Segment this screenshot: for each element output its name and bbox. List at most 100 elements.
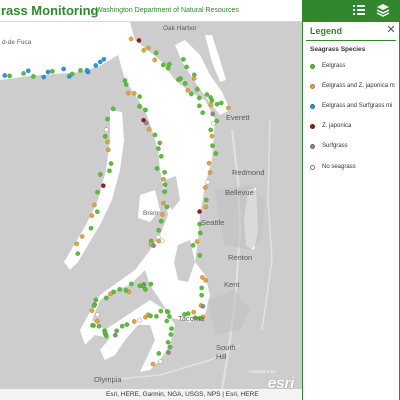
seagrass-point[interactable] <box>209 98 215 104</box>
seagrass-point[interactable] <box>105 116 110 122</box>
seagrass-point[interactable] <box>137 104 142 109</box>
seagrass-point[interactable] <box>95 189 100 195</box>
seagrass-point[interactable] <box>112 332 118 338</box>
seagrass-point[interactable] <box>161 176 166 182</box>
seagrass-point[interactable] <box>124 322 130 327</box>
seagrass-point[interactable] <box>153 313 159 319</box>
seagrass-point[interactable] <box>137 94 143 100</box>
seagrass-point[interactable] <box>158 218 164 224</box>
seagrass-point[interactable] <box>162 189 168 195</box>
close-icon[interactable]: ✕ <box>385 24 397 37</box>
seagrass-point[interactable] <box>146 126 152 132</box>
seagrass-point[interactable] <box>158 308 164 314</box>
seagrass-point[interactable] <box>101 56 107 62</box>
seagrass-point[interactable] <box>162 182 168 188</box>
seagrass-point[interactable] <box>157 140 163 146</box>
seagrass-point[interactable] <box>165 309 171 315</box>
legend-button[interactable] <box>348 0 370 22</box>
seagrass-point[interactable] <box>141 47 147 53</box>
seagrass-point[interactable] <box>206 160 212 166</box>
seagrass-point[interactable] <box>103 295 109 301</box>
seagrass-point[interactable] <box>69 71 75 77</box>
seagrass-point[interactable] <box>202 185 208 190</box>
seagrass-point[interactable] <box>50 68 55 74</box>
seagrass-point[interactable] <box>128 36 134 42</box>
seagrass-point[interactable] <box>78 68 83 73</box>
seagrass-point[interactable] <box>194 86 200 92</box>
seagrass-point[interactable] <box>209 133 215 139</box>
seagrass-point[interactable] <box>169 326 174 331</box>
seagrass-point[interactable] <box>97 59 103 65</box>
seagrass-point[interactable] <box>167 344 173 350</box>
seagrass-point[interactable] <box>203 197 209 203</box>
layers-button[interactable] <box>372 0 394 22</box>
map-view[interactable]: Oak Harbor Everett Redmond Bellevue Seat… <box>0 22 302 400</box>
seagrass-point[interactable] <box>45 69 51 75</box>
seagrass-point[interactable] <box>102 133 108 139</box>
seagrass-point[interactable] <box>105 147 111 153</box>
seagrass-point[interactable] <box>89 213 95 219</box>
seagrass-point[interactable] <box>89 308 95 314</box>
seagrass-point[interactable] <box>94 209 100 215</box>
seagrass-point[interactable] <box>96 323 102 329</box>
seagrass-point[interactable] <box>91 303 97 309</box>
seagrass-point[interactable] <box>210 111 216 117</box>
seagrass-point[interactable] <box>98 171 103 177</box>
seagrass-point[interactable] <box>94 318 100 324</box>
seagrass-point[interactable] <box>136 38 142 43</box>
seagrass-point[interactable] <box>154 165 160 171</box>
seagrass-point[interactable] <box>210 143 215 149</box>
seagrass-point[interactable] <box>194 239 200 245</box>
seagrass-point[interactable] <box>203 204 209 210</box>
seagrass-point[interactable] <box>74 241 80 247</box>
seagrass-point[interactable] <box>184 64 190 70</box>
seagrass-point[interactable] <box>196 95 202 101</box>
seagrass-point[interactable] <box>166 314 172 319</box>
seagrass-point[interactable] <box>225 105 231 111</box>
seagrass-point[interactable] <box>180 56 186 62</box>
seagrass-point[interactable] <box>131 90 137 96</box>
seagrass-point[interactable] <box>137 283 143 289</box>
seagrass-point[interactable] <box>2 73 8 78</box>
seagrass-point[interactable] <box>185 88 191 93</box>
seagrass-point[interactable] <box>203 277 209 283</box>
seagrass-point[interactable] <box>200 110 206 116</box>
seagrass-point[interactable] <box>110 106 116 112</box>
seagrass-point[interactable] <box>208 102 214 108</box>
seagrass-point[interactable] <box>151 243 157 249</box>
seagrass-point[interactable] <box>165 349 171 355</box>
seagrass-point[interactable] <box>131 319 137 324</box>
seagrass-point[interactable] <box>125 90 131 96</box>
seagrass-point[interactable] <box>107 168 112 174</box>
seagrass-point[interactable] <box>156 350 162 356</box>
seagrass-point[interactable] <box>156 227 162 233</box>
seagrass-point[interactable] <box>122 78 128 83</box>
seagrass-point[interactable] <box>84 67 90 73</box>
seagrass-point[interactable] <box>205 179 211 185</box>
seagrass-point[interactable] <box>197 252 203 258</box>
seagrass-point[interactable] <box>207 169 213 175</box>
seagrass-point[interactable] <box>152 132 158 138</box>
seagrass-point[interactable] <box>200 303 206 309</box>
seagrass-point[interactable] <box>117 286 123 292</box>
seagrass-point[interactable] <box>105 139 110 145</box>
seagrass-point[interactable] <box>208 127 214 133</box>
seagrass-point[interactable] <box>61 66 66 72</box>
seagrass-point[interactable] <box>91 323 96 328</box>
seagrass-point[interactable] <box>143 120 149 126</box>
seagrass-point[interactable] <box>128 281 134 287</box>
seagrass-point[interactable] <box>160 212 165 217</box>
seagrass-point[interactable] <box>156 238 162 244</box>
seagrass-point[interactable] <box>158 359 164 364</box>
seagrass-point[interactable] <box>164 318 170 324</box>
seagrass-point[interactable] <box>104 127 109 133</box>
seagrass-point[interactable] <box>165 339 171 345</box>
seagrass-point[interactable] <box>119 323 125 329</box>
seagrass-point[interactable] <box>199 285 205 291</box>
seagrass-point[interactable] <box>93 297 99 303</box>
seagrass-point[interactable] <box>218 100 224 106</box>
seagrass-point[interactable] <box>7 73 13 79</box>
seagrass-point[interactable] <box>197 209 202 215</box>
seagrass-point[interactable] <box>153 50 159 56</box>
seagrass-point[interactable] <box>88 225 94 231</box>
